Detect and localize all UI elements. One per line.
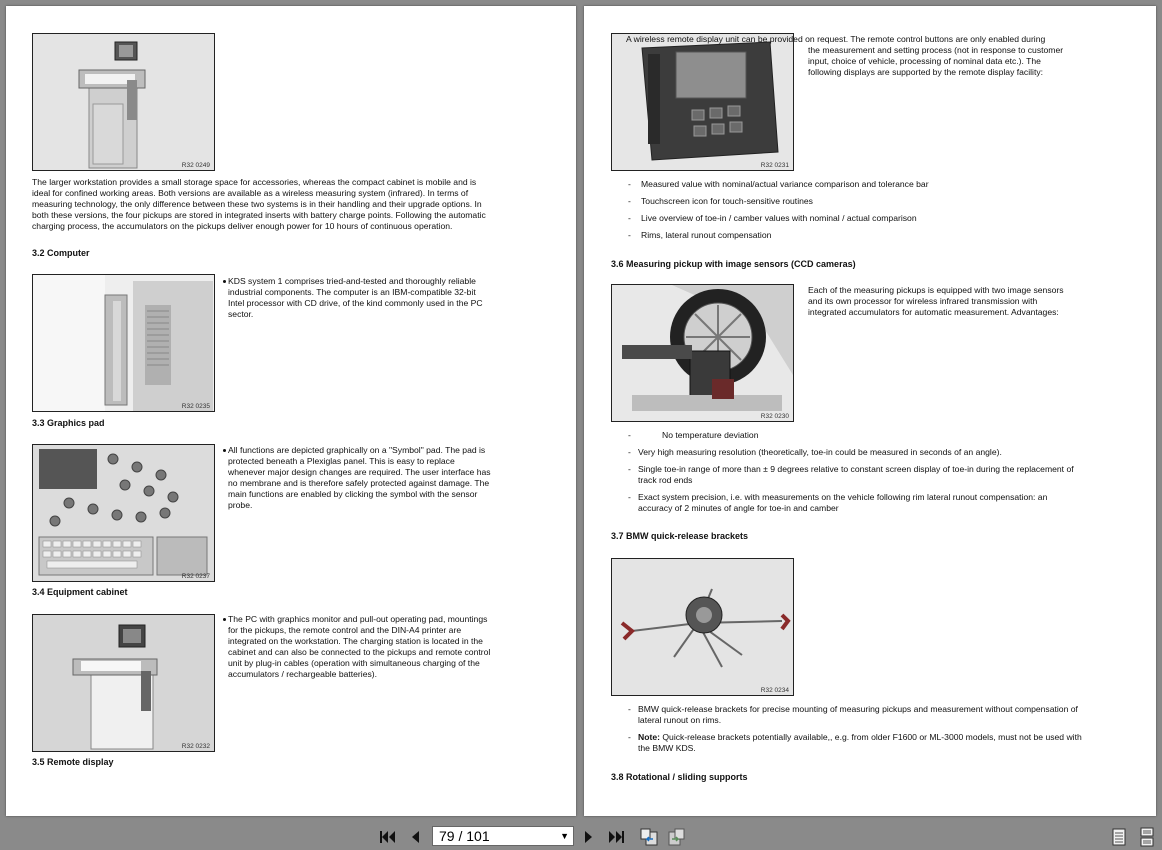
remote-display-paragraph: the measurement and setting process (not… bbox=[808, 45, 1064, 77]
brackets-figure: R32 0234 bbox=[611, 558, 794, 696]
note-text: Quick-release brackets potentially avail… bbox=[638, 732, 1082, 753]
prev-page-icon bbox=[412, 831, 419, 843]
figure-code: R32 0234 bbox=[760, 687, 789, 694]
workstation-illustration bbox=[33, 34, 214, 170]
list-item: - Rims, lateral runout compensation bbox=[628, 230, 772, 240]
intro-paragraph: The larger workstation provides a small … bbox=[32, 177, 486, 231]
computer-paragraph: KDS system 1 comprises tried-and-tested … bbox=[223, 276, 494, 320]
figure-code: R32 0249 bbox=[181, 162, 210, 169]
last-page-button[interactable] bbox=[606, 826, 628, 848]
graphics-pad-figure: R32 0237 bbox=[32, 444, 215, 582]
figure-code: R32 0237 bbox=[181, 573, 210, 580]
single-page-view-icon bbox=[1112, 828, 1126, 846]
heading-rotational-supports: 3.8 Rotational / sliding supports bbox=[611, 772, 748, 782]
heading-graphics-pad: 3.3 Graphics pad bbox=[32, 418, 105, 428]
brackets-illustration bbox=[612, 559, 793, 695]
heading-remote-display: 3.5 Remote display bbox=[32, 757, 114, 767]
pickup-illustration bbox=[612, 285, 793, 421]
list-item: - Touchscreen icon for touch-sensitive ro… bbox=[628, 196, 813, 206]
cabinet-illustration bbox=[33, 615, 214, 751]
list-item: - BMW quick-release brackets for precise … bbox=[628, 704, 1078, 725]
figure-code: R32 0235 bbox=[181, 403, 210, 410]
cabinet-figure: R32 0232 bbox=[32, 614, 215, 752]
figure-code: R32 0230 bbox=[760, 413, 789, 420]
list-item: - Measured value with nominal/actual vari… bbox=[628, 179, 929, 189]
last-page-icon bbox=[609, 831, 624, 843]
remote-display-list: - Measured value with nominal/actual vari… bbox=[614, 179, 1124, 241]
figure-code: R32 0231 bbox=[760, 162, 789, 169]
list-item: - Single toe-in range of more than ± 9 de… bbox=[628, 464, 1074, 485]
continuous-view-button[interactable] bbox=[1136, 826, 1158, 848]
chevron-down-icon: ▼ bbox=[560, 831, 569, 841]
remote-display-figure: R32 0231 bbox=[611, 33, 794, 171]
heading-measuring-pickup: 3.6 Measuring pickup with image sensors … bbox=[611, 259, 856, 269]
go-back-view-button[interactable] bbox=[638, 826, 660, 848]
go-forward-view-icon bbox=[668, 828, 685, 846]
prev-page-button[interactable] bbox=[404, 826, 426, 848]
go-back-view-icon bbox=[640, 828, 658, 846]
note-item: - Note: Quick-release brackets potentiall… bbox=[628, 732, 1082, 753]
left-page: R32 0249 The larger workstation provides… bbox=[6, 6, 576, 816]
cabinet-paragraph: The PC with graphics monitor and pull-ou… bbox=[223, 614, 494, 680]
right-page: R32 0231 A wireless remote display unit … bbox=[584, 6, 1156, 816]
page-number-select[interactable]: 79 / 101 ▼ bbox=[432, 826, 574, 846]
list-item: - Very high measuring resolution (theoret… bbox=[628, 447, 1002, 457]
workstation-figure: R32 0249 bbox=[32, 33, 215, 171]
heading-equipment-cabinet: 3.4 Equipment cabinet bbox=[32, 587, 128, 597]
brackets-list: - BMW quick-release brackets for precise … bbox=[614, 704, 1084, 754]
figure-code: R32 0232 bbox=[181, 743, 210, 750]
first-page-button[interactable] bbox=[376, 826, 398, 848]
go-forward-view-button[interactable] bbox=[666, 826, 688, 848]
next-page-icon bbox=[585, 831, 592, 843]
list-item: - Live overview of toe-in / camber values… bbox=[628, 213, 917, 223]
list-item: - No temperature deviation bbox=[628, 430, 759, 440]
list-item: - Exact system precision, i.e. with measu… bbox=[628, 492, 1048, 513]
next-page-button[interactable] bbox=[578, 826, 600, 848]
pickup-advantages-list: - No temperature deviation - Very high mea… bbox=[614, 430, 1084, 514]
graphics-pad-illustration bbox=[33, 445, 214, 581]
first-page-icon bbox=[380, 831, 395, 843]
continuous-view-icon bbox=[1140, 827, 1154, 847]
computer-illustration bbox=[33, 275, 214, 411]
navigation-toolbar: 79 / 101 ▼ bbox=[0, 824, 1162, 850]
graphics-pad-paragraph: All functions are depicted graphically o… bbox=[223, 445, 494, 511]
note-label: Note: bbox=[638, 732, 660, 742]
pickup-figure: R32 0230 bbox=[611, 284, 794, 422]
remote-display-intro-line: A wireless remote display unit can be pr… bbox=[626, 34, 1046, 44]
single-page-view-button[interactable] bbox=[1108, 826, 1130, 848]
heading-quick-release-brackets: 3.7 BMW quick-release brackets bbox=[611, 531, 749, 541]
heading-computer: 3.2 Computer bbox=[32, 248, 90, 258]
computer-figure: R32 0235 bbox=[32, 274, 215, 412]
pickup-paragraph: Each of the measuring pickups is equippe… bbox=[808, 285, 1064, 317]
remote-display-illustration bbox=[612, 34, 793, 170]
page-number-display: 79 / 101 bbox=[439, 828, 490, 844]
